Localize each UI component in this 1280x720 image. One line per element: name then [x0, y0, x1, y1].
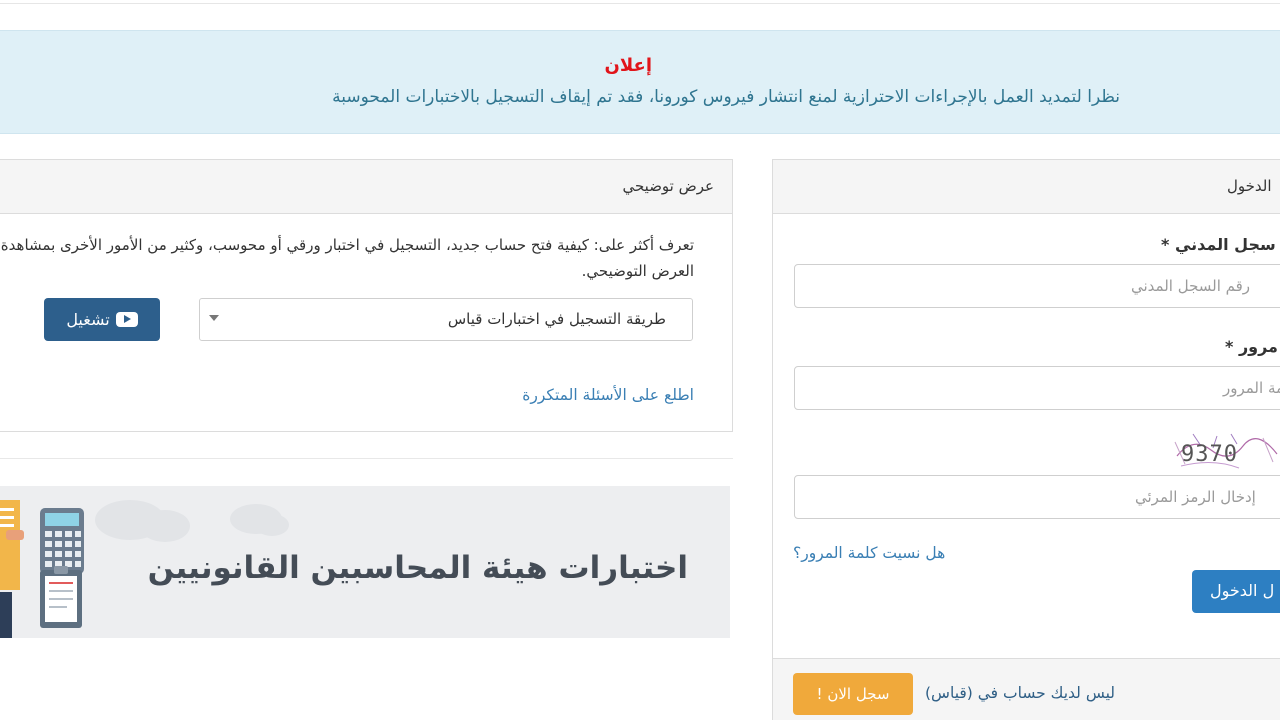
- password-label: مرور *: [1225, 337, 1278, 356]
- caret-down-icon: [209, 315, 219, 321]
- civil-id-input[interactable]: رقم السجل المدني: [794, 264, 1280, 308]
- captcha-placeholder: إدخال الرمز المرئي: [1135, 488, 1256, 506]
- cloud-decoration: [140, 510, 190, 542]
- login-panel-header: الدخول: [773, 160, 1280, 214]
- banner-title: اختبارات هيئة المحاسبين القانونيين: [147, 550, 688, 586]
- cloud-decoration: [255, 514, 289, 536]
- login-footer: سجل الان ! ليس لديك حساب في (قياس): [773, 658, 1280, 720]
- captcha-input[interactable]: إدخال الرمز المرئي: [794, 475, 1280, 519]
- exam-banner[interactable]: اختبارات هيئة المحاسبين القانونيين: [0, 486, 730, 638]
- announcement-text: نظرا لتمديد العمل بالإجراءات الاحترازية …: [332, 87, 1120, 107]
- captcha-image: 9370: [1173, 432, 1280, 472]
- demo-panel-title: عرض توضيحي: [622, 177, 714, 195]
- play-button[interactable]: تشغيل: [44, 298, 160, 341]
- demo-select-value: طريقة التسجيل في اختبارات قياس: [447, 310, 666, 328]
- login-panel: الدخول سجل المدني * رقم السجل المدني مرو…: [772, 159, 1280, 720]
- forgot-password-link[interactable]: هل نسيت كلمة المرور؟: [793, 544, 945, 562]
- register-button[interactable]: سجل الان !: [793, 673, 913, 715]
- announcement-title: إعلان: [604, 55, 653, 76]
- demo-panel-header: عرض توضيحي: [0, 160, 732, 214]
- no-account-text: ليس لديك حساب في (قياس): [925, 684, 1115, 702]
- youtube-play-icon: [115, 312, 138, 327]
- login-button-label: ل الدخول: [1210, 581, 1275, 600]
- faq-link[interactable]: اطلع على الأسئلة المتكررة: [522, 386, 694, 404]
- announcement-banner: إعلان نظرا لتمديد العمل بالإجراءات الاحت…: [0, 30, 1280, 134]
- password-placeholder: كلمة المرور: [1223, 379, 1280, 397]
- demo-video-select[interactable]: طريقة التسجيل في اختبارات قياس: [199, 298, 693, 341]
- demo-description: تعرف أكثر على: كيفية فتح حساب جديد، التس…: [0, 236, 694, 280]
- civil-id-label: سجل المدني *: [1161, 235, 1276, 254]
- civil-id-placeholder: رقم السجل المدني: [1131, 277, 1251, 295]
- play-button-label: تشغيل: [66, 310, 110, 329]
- captcha-code: 9370: [1181, 442, 1238, 467]
- section-divider: [0, 458, 733, 459]
- demo-panel: عرض توضيحي تعرف أكثر على: كيفية فتح حساب…: [0, 159, 733, 432]
- login-button[interactable]: ل الدخول: [1192, 570, 1280, 613]
- accounting-illustration: [0, 500, 84, 638]
- login-panel-title: الدخول: [1227, 177, 1272, 195]
- top-divider: [0, 0, 1280, 4]
- password-input[interactable]: كلمة المرور: [794, 366, 1280, 410]
